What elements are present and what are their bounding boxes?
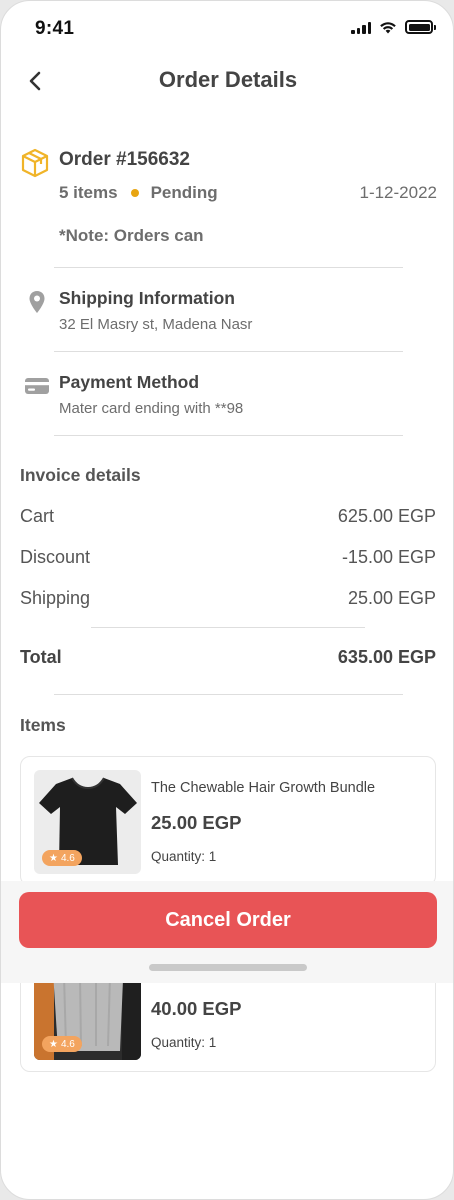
divider xyxy=(54,351,403,352)
item-card[interactable]: ★ 4.6 The Chewable Hair Growth Bundle 25… xyxy=(20,756,436,886)
status-time: 9:41 xyxy=(35,18,75,39)
header: Order Details xyxy=(1,59,453,103)
item-quantity: Quantity: 1 xyxy=(151,1035,217,1050)
items-title: Items xyxy=(20,715,66,735)
order-number: Order #156632 xyxy=(59,149,190,170)
status-icons xyxy=(351,20,436,34)
bottom-action-bar: Cancel Order xyxy=(1,881,453,983)
item-name: The Chewable Hair Growth Bundle xyxy=(151,780,376,796)
divider xyxy=(54,267,403,268)
item-price: 40.00 EGP xyxy=(151,998,242,1019)
order-status: Pending xyxy=(150,183,218,202)
invoice-value: -15.00 EGP xyxy=(341,547,436,567)
rating-badge: ★ 4.6 xyxy=(42,1036,82,1052)
invoice-row-cart: Cart 625.00 EGP xyxy=(20,506,436,527)
total-value: 635.00 EGP xyxy=(337,647,436,667)
rating-value: 4.6 xyxy=(60,1038,75,1050)
star-icon: ★ xyxy=(49,852,58,864)
invoice-total-row: Total 635.00 EGP xyxy=(20,647,436,668)
total-label: Total xyxy=(20,647,62,667)
item-quantity: Quantity: 1 xyxy=(151,849,217,864)
shipping-info: Shipping Information 32 El Masry st, Mad… xyxy=(19,286,439,346)
location-pin-icon xyxy=(23,288,51,316)
product-thumbnail: ★ 4.6 xyxy=(34,770,141,874)
invoice-label: Shipping xyxy=(20,588,91,608)
order-meta: 5 items Pending xyxy=(59,183,218,203)
divider xyxy=(54,435,403,436)
page-title: Order Details xyxy=(158,67,298,92)
phone-screen: 9:41 Order Details Order #156632 5 items… xyxy=(0,0,454,1200)
payment-info: Payment Method Mater card ending with **… xyxy=(19,370,439,430)
item-price: 25.00 EGP xyxy=(151,812,242,833)
battery-icon xyxy=(405,20,436,34)
divider xyxy=(54,694,403,695)
wifi-icon xyxy=(380,21,396,33)
shipping-address: 32 El Masry st, Madena Nasr xyxy=(59,316,253,333)
package-box-icon xyxy=(21,148,49,178)
cancel-order-button[interactable]: Cancel Order xyxy=(19,892,437,948)
rating-value: 4.6 xyxy=(60,852,75,864)
invoice-value: 25.00 EGP xyxy=(347,588,436,608)
star-icon: ★ xyxy=(49,1038,58,1050)
rating-badge: ★ 4.6 xyxy=(42,850,82,866)
payment-detail: Mater card ending with **98 xyxy=(59,400,244,417)
invoice-title: Invoice details xyxy=(20,465,141,485)
credit-card-icon xyxy=(23,372,51,400)
order-items-count: 5 items xyxy=(59,183,118,202)
payment-title: Payment Method xyxy=(59,372,200,392)
cellular-signal-icon xyxy=(351,21,371,34)
divider xyxy=(91,627,365,628)
home-indicator[interactable] xyxy=(149,964,307,971)
invoice-row-shipping: Shipping 25.00 EGP xyxy=(20,588,436,609)
status-dot xyxy=(130,189,139,197)
invoice-label: Cart xyxy=(20,506,55,526)
shipping-title: Shipping Information xyxy=(59,288,235,308)
status-bar: 9:41 xyxy=(1,1,453,57)
invoice-value: 625.00 EGP xyxy=(337,506,436,526)
order-date: 1-12-2022 xyxy=(359,183,437,202)
invoice-label: Discount xyxy=(20,547,91,567)
order-note: *Note: Orders can xyxy=(59,226,204,245)
invoice-row-discount: Discount -15.00 EGP xyxy=(20,547,436,568)
